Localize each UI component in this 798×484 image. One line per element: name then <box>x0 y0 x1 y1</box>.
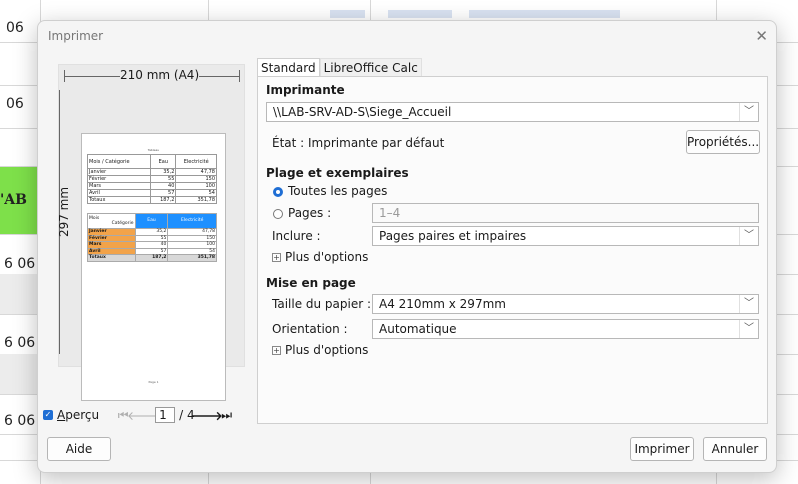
range-more-options[interactable]: + Plus d'options <box>272 250 368 264</box>
next-page-icon[interactable]: 🡒 <box>191 407 223 423</box>
chevron-down-icon: ﹀ <box>739 103 758 121</box>
dimension-tick <box>239 70 240 82</box>
table-cell: Janvier <box>86 168 152 176</box>
chevron-down-icon: ﹀ <box>739 320 758 338</box>
more-options-label: Plus d'options <box>285 343 369 357</box>
row-label: 06 <box>6 96 24 112</box>
layout-section-title: Mise en page <box>266 276 356 290</box>
preview-page-number: Page 1 <box>148 380 159 384</box>
paper-size-label: Taille du papier : <box>272 297 372 311</box>
table-cell: Totaux <box>86 196 152 204</box>
chevron-down-icon: ﹀ <box>739 295 758 313</box>
table-cell: 187,2 <box>150 196 177 204</box>
table-header-line: Catégorie <box>111 221 134 226</box>
table-header: Electricité <box>175 154 217 169</box>
row-label: 'AB <box>0 192 27 208</box>
layout-more-options[interactable]: + Plus d'options <box>272 343 368 357</box>
print-button[interactable]: Imprimer <box>630 437 694 461</box>
blurred-header-text <box>330 10 620 18</box>
table-header: Eau <box>150 154 177 169</box>
height-dimension: 297 mm <box>53 90 71 354</box>
pages-input[interactable]: 1–4 <box>372 203 759 223</box>
last-page-icon[interactable]: ⏭ <box>219 407 235 423</box>
table-header: Mois / Catégorie <box>86 154 152 169</box>
tab-standard[interactable]: Standard <box>257 58 320 77</box>
settings-panel: Imprimante \\LAB-SRV-AD-S\Siege_Accueil … <box>257 76 768 424</box>
width-label: 210 mm (A4) <box>120 68 200 82</box>
row-label: 6 06 <box>4 256 36 272</box>
prev-page-icon[interactable]: 🡐 <box>127 407 159 423</box>
table-cell: 54 <box>175 189 217 197</box>
chevron-down-icon: ﹀ <box>739 227 758 245</box>
table-cell: 150 <box>175 175 217 183</box>
height-label: 297 mm <box>57 186 72 238</box>
table-header: Eau <box>134 213 169 229</box>
table-cell: 35,2 <box>150 168 177 176</box>
expand-plus-icon: + <box>272 252 281 262</box>
table-cell: 351,78 <box>167 254 217 262</box>
cancel-button[interactable]: Annuler <box>703 437 767 461</box>
printer-section-title: Imprimante <box>266 83 345 97</box>
pages-label: Pages : <box>288 206 332 220</box>
row-label: 6 06 <box>4 413 36 429</box>
orientation-value: Automatique <box>379 322 457 336</box>
table-cell: 47,78 <box>175 168 217 176</box>
paper-size-value: A4 210mm x 297mm <box>379 297 506 311</box>
paper-size-select[interactable]: A4 210mm x 297mm ﹀ <box>372 294 759 314</box>
printer-select[interactable]: \\LAB-SRV-AD-S\Siege_Accueil ﹀ <box>266 102 759 122</box>
table-header: Mois Catégorie <box>87 213 136 229</box>
page-number-input[interactable]: 1 <box>155 407 176 423</box>
orientation-select[interactable]: Automatique ﹀ <box>372 319 759 339</box>
table-cell: 57 <box>150 189 177 197</box>
preview-page-title: Tableau <box>147 148 160 152</box>
table-cell: Avril <box>86 189 152 197</box>
expand-plus-icon: + <box>272 345 281 355</box>
apercu-label-text: perçu <box>65 408 100 422</box>
tab-libreoffice-calc[interactable]: LibreOffice Calc <box>319 58 422 77</box>
pages-radio[interactable] <box>273 209 283 219</box>
help-button[interactable]: Aide <box>47 437 111 461</box>
orientation-label: Orientation : <box>272 322 348 336</box>
dialog-title: Imprimer <box>48 29 104 43</box>
preview-page: Tableau Mois / Catégorie Eau Electricité… <box>81 133 226 401</box>
preview-navigation: ✓ Aperçu ⏮ 🡐 1 / 4 🡒 ⏭ <box>43 405 235 425</box>
apercu-checkbox[interactable]: ✓ <box>43 410 53 420</box>
row-label: 06 <box>6 20 24 36</box>
table-cell: 351,78 <box>175 196 217 204</box>
preview-table-1: Mois / Catégorie Eau Electricité Janvier… <box>86 154 217 204</box>
printer-value: \\LAB-SRV-AD-S\Siege_Accueil <box>273 105 452 119</box>
tab-bar: Standard LibreOffice Calc <box>257 58 422 77</box>
table-cell: 187,2 <box>134 254 169 262</box>
more-options-label: Plus d'options <box>285 250 369 264</box>
all-pages-label: Toutes les pages <box>288 184 388 198</box>
table-header: Electricité <box>167 213 217 229</box>
apercu-label: Aperçu <box>57 408 100 422</box>
include-value: Pages paires et impaires <box>379 229 527 243</box>
include-select[interactable]: Pages paires et impaires ﹀ <box>372 226 759 246</box>
table-cell: 40 <box>150 182 177 190</box>
close-icon[interactable]: ✕ <box>755 27 768 45</box>
grey-cell <box>0 354 40 394</box>
all-pages-radio[interactable] <box>273 187 283 197</box>
preview-table-2: Mois Catégorie Eau Electricité Janvier 35… <box>87 213 217 262</box>
table-cell: Février <box>86 175 152 183</box>
width-dimension: 210 mm (A4) <box>64 68 240 83</box>
print-dialog: Imprimer ✕ 210 mm (A4) 297 mm Tableau Mo… <box>37 20 777 473</box>
row-label: 6 06 <box>4 335 36 351</box>
printer-status: État : Imprimante par défaut <box>272 136 445 150</box>
range-section-title: Plage et exemplaires <box>266 166 409 180</box>
grey-cell <box>0 274 40 314</box>
table-cell: 55 <box>150 175 177 183</box>
include-label: Inclure : <box>272 229 321 243</box>
print-preview: 210 mm (A4) 297 mm Tableau Mois / Catégo… <box>57 64 245 401</box>
table-cell: 100 <box>175 182 217 190</box>
table-cell: Totaux <box>87 254 136 262</box>
properties-button[interactable]: Propriétés... <box>686 130 760 154</box>
table-cell: Mars <box>86 182 152 190</box>
